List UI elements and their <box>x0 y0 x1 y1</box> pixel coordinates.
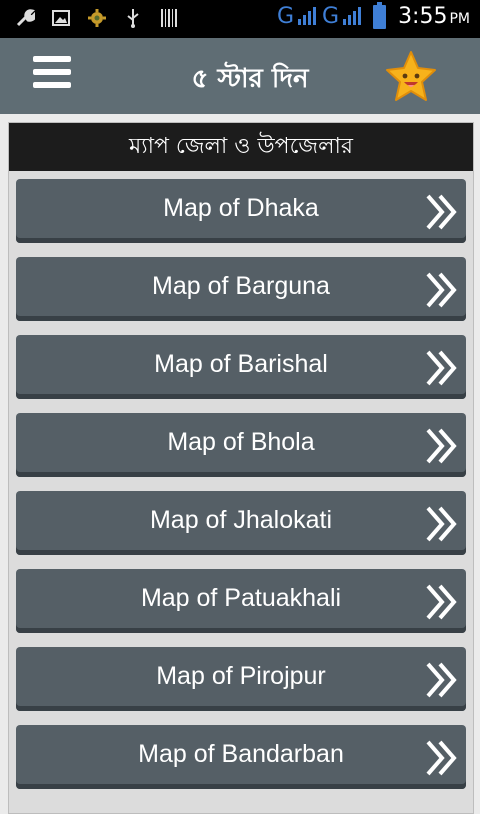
map-item-label: Map of Barguna <box>152 272 330 300</box>
double-chevron-right-icon <box>426 272 457 308</box>
map-item-label: Map of Dhaka <box>163 194 319 222</box>
battery-icon <box>373 1 387 29</box>
smiling-star-icon[interactable] <box>383 49 439 105</box>
map-item-dhaka[interactable]: Map of Dhaka <box>16 179 466 243</box>
map-item-bandarban[interactable]: Map of Bandarban <box>16 725 466 789</box>
double-chevron-right-icon <box>426 350 457 386</box>
status-right-icons: G G 3:55 PM <box>276 1 470 29</box>
clock-time: 3:55 <box>398 4 448 29</box>
clock-ampm: PM <box>449 11 470 27</box>
signal-icon-2 <box>343 5 363 29</box>
map-list-panel: ম্যাপ জেলা ও উপজেলার Map of Dhaka Map of… <box>8 122 474 814</box>
status-left-icons <box>14 7 180 29</box>
usb-icon <box>122 7 144 29</box>
map-item-label: Map of Pirojpur <box>156 662 326 690</box>
barcode-icon <box>158 7 180 29</box>
double-chevron-right-icon <box>426 428 457 464</box>
wrench-icon <box>14 7 36 29</box>
network-type-2: G <box>322 4 340 29</box>
settings-icon <box>86 7 108 29</box>
clock: 3:55 PM <box>398 4 470 29</box>
map-item-barishal[interactable]: Map of Barishal <box>16 335 466 399</box>
map-item-label: Map of Barishal <box>154 350 328 378</box>
map-item-pirojpur[interactable]: Map of Pirojpur <box>16 647 466 711</box>
map-item-jhalokati[interactable]: Map of Jhalokati <box>16 491 466 555</box>
network-type-1: G <box>276 4 294 29</box>
map-list: Map of Dhaka Map of Barguna Map of Baris… <box>9 171 473 789</box>
map-item-bhola[interactable]: Map of Bhola <box>16 413 466 477</box>
map-item-patuakhali[interactable]: Map of Patuakhali <box>16 569 466 633</box>
status-bar: G G 3:55 PM <box>0 0 480 38</box>
double-chevron-right-icon <box>426 662 457 698</box>
double-chevron-right-icon <box>426 506 457 542</box>
hamburger-menu-icon[interactable] <box>33 56 73 96</box>
double-chevron-right-icon <box>426 740 457 776</box>
app-title: ৫ স্টার দিন <box>191 64 309 94</box>
map-item-label: Map of Bhola <box>167 428 315 456</box>
double-chevron-right-icon <box>426 194 457 230</box>
signal-icon <box>298 5 318 29</box>
app-bar: ৫ স্টার দিন <box>0 38 480 114</box>
map-item-label: Map of Patuakhali <box>140 584 342 612</box>
map-item-label: Map of Jhalokati <box>149 506 333 534</box>
image-icon <box>50 7 72 29</box>
double-chevron-right-icon <box>426 584 457 620</box>
map-item-label: Map of Bandarban <box>138 740 344 768</box>
section-title: ম্যাপ জেলা ও উপজেলার <box>9 123 473 171</box>
map-item-barguna[interactable]: Map of Barguna <box>16 257 466 321</box>
